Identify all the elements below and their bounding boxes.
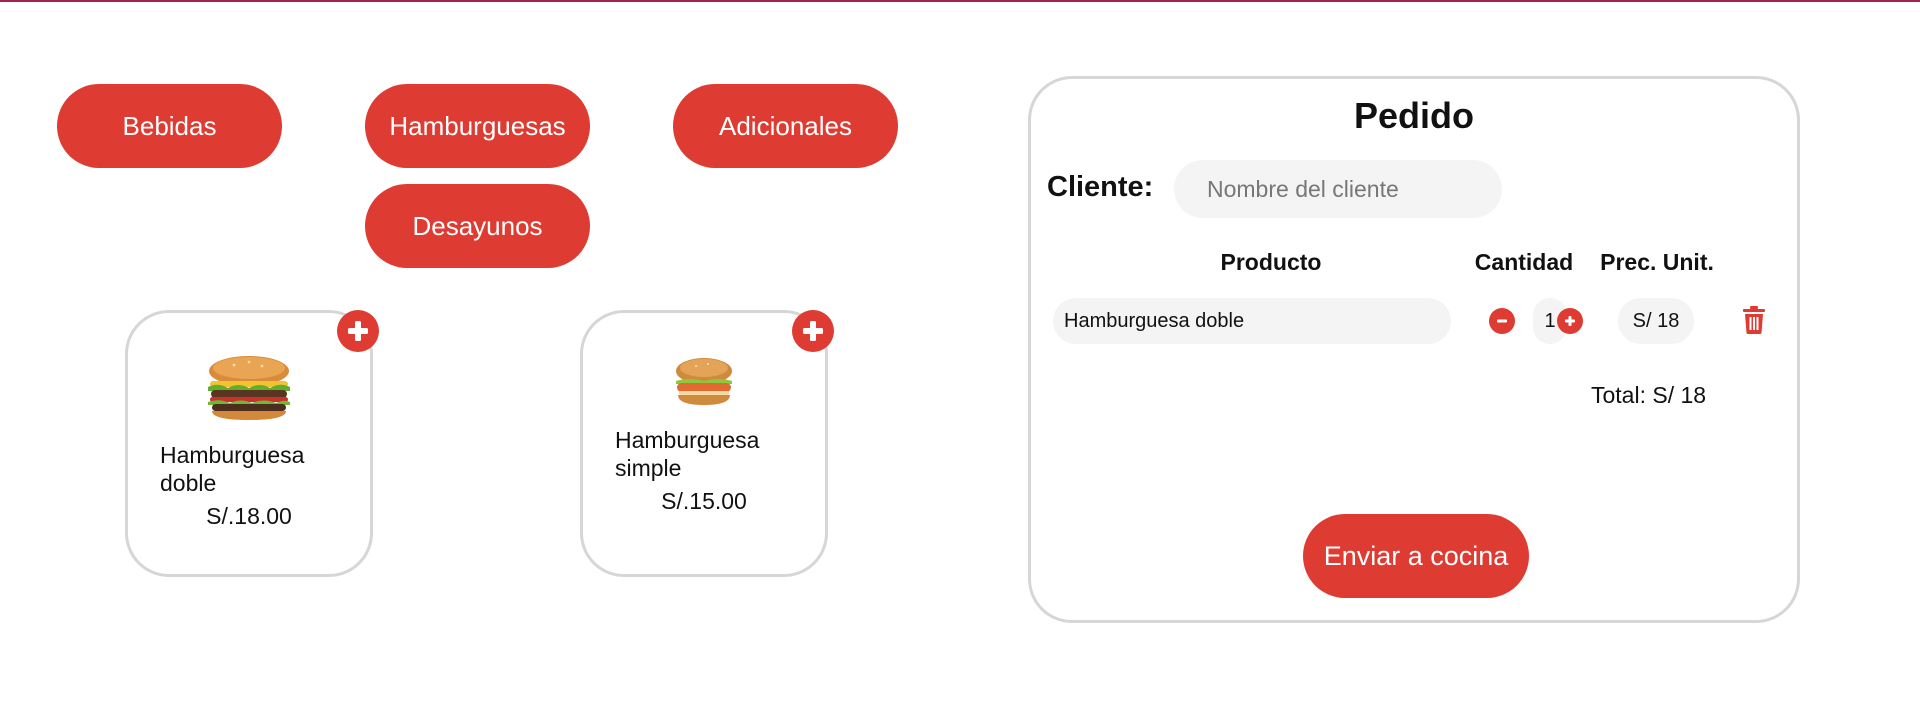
top-border-line xyxy=(0,0,1920,2)
plus-icon xyxy=(1565,316,1575,326)
plus-icon xyxy=(803,321,823,341)
category-desayunos-button[interactable]: Desayunos xyxy=(365,184,590,268)
column-header-product: Producto xyxy=(1220,249,1322,275)
double-burger-image xyxy=(208,356,290,420)
client-name-input[interactable] xyxy=(1174,160,1502,218)
product-price: S/.15.00 xyxy=(661,488,747,514)
trash-icon[interactable] xyxy=(1742,306,1766,334)
increase-quantity-button[interactable] xyxy=(1557,308,1583,334)
order-title: Pedido xyxy=(1353,95,1474,136)
decrease-quantity-button[interactable] xyxy=(1489,308,1515,334)
column-header-unit-price: Prec. Unit. xyxy=(1600,249,1714,275)
client-label: Cliente: xyxy=(1047,171,1154,203)
send-to-kitchen-button[interactable]: Enviar a cocina xyxy=(1303,514,1529,598)
minus-icon xyxy=(1497,319,1507,323)
add-to-order-button[interactable] xyxy=(337,310,379,352)
category-bebidas-button[interactable]: Bebidas xyxy=(57,84,282,168)
category-hamburguesas-button[interactable]: Hamburguesas xyxy=(365,84,590,168)
order-total: Total: S/ 18 xyxy=(1591,382,1707,408)
product-card-hamburguesa-simple[interactable]: Hamburguesa simple S/.15.00 xyxy=(580,310,834,577)
product-name: Hamburguesa simple xyxy=(615,427,760,481)
product-name: Hamburguesa doble xyxy=(160,442,305,496)
order-panel: Pedido Cliente: Producto Cantidad Prec. … xyxy=(1028,76,1800,623)
order-item-unit-price: S/ 18 xyxy=(1618,298,1694,344)
chicken-burger-image xyxy=(676,358,732,405)
product-price: S/.18.00 xyxy=(206,503,292,529)
product-card-hamburguesa-doble[interactable]: Hamburguesa doble S/.18.00 xyxy=(125,310,379,577)
plus-icon xyxy=(348,321,368,341)
category-adicionales-button[interactable]: Adicionales xyxy=(673,84,898,168)
add-to-order-button[interactable] xyxy=(792,310,834,352)
order-item-product: Hamburguesa doble xyxy=(1053,298,1451,344)
column-header-quantity: Cantidad xyxy=(1474,249,1574,275)
